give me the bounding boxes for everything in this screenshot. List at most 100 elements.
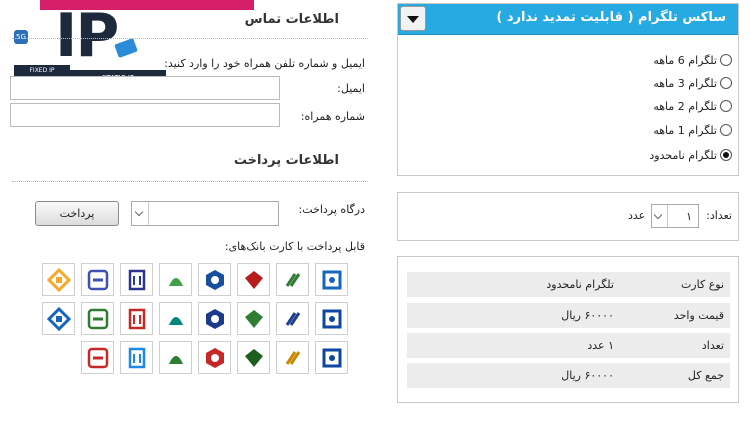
option-3-month[interactable]: تلگرام 3 ماهه bbox=[653, 75, 732, 91]
bank-sina-icon-glyph bbox=[244, 309, 263, 328]
radio-button[interactable] bbox=[720, 124, 732, 136]
bank-shahr-icon bbox=[81, 341, 114, 374]
option-label: تلگرام 2 ماهه bbox=[653, 99, 717, 113]
bank-melli-icon bbox=[276, 302, 309, 335]
product-title: ساکس تلگرام ( قابلیت تمدید ندارد ) bbox=[496, 10, 726, 25]
product-header: ساکس تلگرام ( قابلیت تمدید ندارد ) bbox=[398, 4, 738, 35]
summary-row: جمع کل ۶۰۰۰۰ ریال bbox=[407, 363, 730, 388]
bank-eghtesad-icon bbox=[315, 341, 348, 374]
bank-day-icon-glyph bbox=[168, 316, 183, 325]
email-label: ایمیل: bbox=[337, 82, 365, 95]
option-label: تلگرام 3 ماهه bbox=[653, 76, 717, 90]
bank-saderat-icon bbox=[198, 302, 231, 335]
logo-word: IP bbox=[55, 1, 119, 71]
option-unlimited[interactable]: تلگرام نامحدود bbox=[649, 147, 732, 163]
summary-value: ۶۰۰۰۰ ریال bbox=[561, 309, 614, 322]
bank-tosee-icon bbox=[81, 302, 114, 335]
bank-gardeshgari-icon bbox=[120, 302, 153, 335]
quantity-box: تعداد: ۱ عدد bbox=[397, 192, 739, 241]
radio-button[interactable] bbox=[720, 54, 732, 66]
chip-icon: 5G bbox=[14, 30, 28, 44]
radio-button[interactable] bbox=[720, 100, 732, 112]
summary-row: قیمت واحد ۶۰۰۰۰ ریال bbox=[407, 303, 730, 328]
bank-keshavarzi-icon-glyph bbox=[285, 272, 300, 287]
bank-day-icon bbox=[159, 302, 192, 335]
gateway-select[interactable] bbox=[131, 201, 279, 226]
bank-karafarin-icon bbox=[237, 341, 270, 374]
phone-input[interactable] bbox=[10, 103, 280, 127]
summary-key: جمع کل bbox=[687, 369, 724, 382]
bank-melli-icon-glyph bbox=[285, 311, 300, 326]
bank-sepah-icon-glyph bbox=[244, 270, 263, 289]
bank-maskan-icon-glyph bbox=[46, 306, 71, 331]
bank-tejarat-icon bbox=[198, 263, 231, 296]
chevron-down-icon bbox=[132, 202, 149, 225]
pay-button[interactable]: پرداخت bbox=[35, 201, 119, 226]
summary-row: تعداد ۱ عدد bbox=[407, 333, 730, 358]
card-icon bbox=[114, 38, 138, 58]
bank-sepah-icon bbox=[237, 263, 270, 296]
banks-label: قابل پرداخت با کارت بانک‌های: bbox=[224, 240, 365, 253]
bank-tejarat-icon-glyph bbox=[205, 269, 224, 290]
contact-instruction: ایمیل و شماره تلفن همراه خود را وارد کنی… bbox=[164, 57, 365, 70]
bank-parsian-icon bbox=[81, 263, 114, 296]
bank-karafarin-icon-glyph bbox=[244, 348, 263, 367]
bank-refah-icon-glyph bbox=[322, 309, 341, 328]
bank-iranzamin-icon-glyph bbox=[128, 347, 145, 368]
static-ip-logo: 5G IP FIXED IP STATIC IP bbox=[12, 1, 168, 86]
bank-keshavarzi-icon bbox=[276, 263, 309, 296]
quantity-label: تعداد: bbox=[706, 209, 732, 222]
bank-postbank-icon-glyph bbox=[285, 350, 300, 365]
bank-sarmayeh-icon-glyph bbox=[168, 355, 183, 364]
chevron-down-icon bbox=[652, 205, 668, 227]
bank-saderat-icon-glyph bbox=[205, 308, 224, 329]
phone-label: شماره همراه: bbox=[300, 110, 365, 123]
bank-mellat-alt-icon-glyph bbox=[128, 269, 145, 290]
bank-tosee-icon-glyph bbox=[87, 308, 108, 329]
order-summary: نوع کارت تلگرام نامحدود قیمت واحد ۶۰۰۰۰ … bbox=[397, 256, 739, 403]
bank-mellat-icon bbox=[315, 263, 348, 296]
bank-keshavarzi-alt-icon bbox=[159, 263, 192, 296]
bank-mellat-icon-glyph bbox=[322, 270, 341, 289]
triangle-down-icon bbox=[407, 16, 419, 23]
bank-ansar-icon bbox=[198, 341, 231, 374]
radio-button[interactable] bbox=[720, 77, 732, 89]
summary-value: ۱ عدد bbox=[587, 339, 614, 352]
radio-button-selected[interactable] bbox=[720, 149, 732, 161]
bank-pasargad-icon bbox=[42, 263, 75, 296]
summary-key: قیمت واحد bbox=[673, 309, 724, 322]
product-box: ساکس تلگرام ( قابلیت تمدید ندارد ) تلگرا… bbox=[397, 3, 739, 176]
quantity-select[interactable]: ۱ bbox=[651, 204, 699, 228]
collapse-toggle-button[interactable] bbox=[400, 6, 426, 31]
summary-value: تلگرام نامحدود bbox=[546, 278, 614, 291]
gateway-label: درگاه پرداخت: bbox=[298, 203, 365, 216]
option-label: تلگرام 1 ماهه bbox=[653, 123, 717, 137]
payment-title: اطلاعات پرداخت bbox=[233, 153, 339, 168]
summary-key: تعداد bbox=[701, 339, 724, 352]
summary-value: ۶۰۰۰۰ ریال bbox=[561, 369, 614, 382]
option-1-month[interactable]: تلگرام 1 ماهه bbox=[653, 122, 732, 138]
summary-row: نوع کارت تلگرام نامحدود bbox=[407, 272, 730, 297]
quantity-unit: عدد bbox=[628, 209, 646, 222]
option-label: تلگرام نامحدود bbox=[649, 148, 717, 162]
bank-mellat-alt-icon bbox=[120, 263, 153, 296]
divider bbox=[12, 181, 368, 182]
bank-refah-icon bbox=[315, 302, 348, 335]
bank-keshavarzi-alt-icon-glyph bbox=[168, 277, 183, 286]
bank-shahr-icon-glyph bbox=[87, 347, 108, 368]
bank-pasargad-icon-glyph bbox=[46, 267, 71, 292]
divider bbox=[12, 38, 368, 39]
bank-parsian-icon-glyph bbox=[87, 269, 108, 290]
bank-iranzamin-icon bbox=[120, 341, 153, 374]
bank-ansar-icon-glyph bbox=[205, 347, 224, 368]
bank-postbank-icon bbox=[276, 341, 309, 374]
option-2-month[interactable]: تلگرام 2 ماهه bbox=[653, 98, 732, 114]
email-input[interactable] bbox=[10, 76, 280, 100]
bank-eghtesad-icon-glyph bbox=[322, 348, 341, 367]
option-6-month[interactable]: تلگرام 6 ماهه bbox=[653, 52, 732, 68]
contact-title: اطلاعات تماس bbox=[244, 12, 339, 27]
quantity-value: ۱ bbox=[686, 210, 692, 223]
bank-gardeshgari-icon-glyph bbox=[128, 308, 145, 329]
summary-key: نوع کارت bbox=[680, 278, 724, 291]
bank-maskan-icon bbox=[42, 302, 75, 335]
